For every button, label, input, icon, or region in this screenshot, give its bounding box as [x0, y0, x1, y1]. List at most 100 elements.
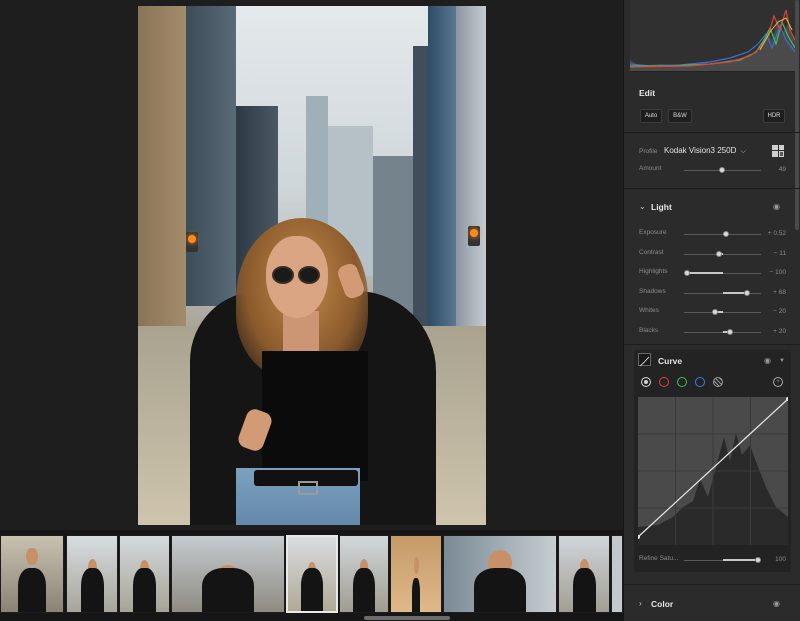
light-slider-value: − 100: [769, 269, 786, 277]
tone-curve-graph[interactable]: [636, 397, 790, 545]
channel-point[interactable]: [641, 377, 651, 387]
building: [186, 6, 236, 306]
main-photo[interactable]: [138, 6, 486, 525]
filmstrip-thumbnail[interactable]: [339, 535, 389, 613]
thumb-figure: [80, 567, 104, 612]
chevron-down-icon: ⌵: [740, 148, 746, 155]
auto-button[interactable]: Auto: [640, 109, 662, 123]
profile-label: Profile: [639, 148, 658, 155]
edit-panel: Edit Auto B&W HDR Profile Kodak Vision3 …: [623, 0, 800, 621]
building: [456, 6, 486, 336]
light-title: Light: [651, 202, 672, 212]
thumb-figure: [474, 567, 526, 612]
bw-button[interactable]: B&W: [668, 109, 692, 123]
slider-knob[interactable]: [755, 557, 761, 563]
divider: [624, 132, 800, 133]
light-slider-contrast[interactable]: [684, 250, 761, 258]
curve-title: Curve: [658, 356, 683, 366]
light-slider-value: − 11: [773, 249, 786, 257]
belt-buckle: [298, 481, 318, 495]
light-slider-value: + 20: [773, 328, 786, 335]
light-slider-label: Whites: [639, 307, 659, 315]
traffic-light: [186, 232, 198, 252]
light-slider-value: − 20: [773, 308, 786, 316]
color-eye-icon[interactable]: ◉: [773, 600, 780, 608]
profile-name: Kodak Vision3 250D: [664, 146, 737, 155]
channel-green[interactable]: [677, 377, 687, 387]
divider: [624, 344, 800, 345]
thumb-figure: [412, 577, 420, 612]
thumb-figure: [202, 567, 254, 612]
slider-knob[interactable]: [719, 167, 725, 173]
filmstrip-thumbnail[interactable]: [558, 535, 610, 613]
curve-menu-icon[interactable]: ▼: [779, 357, 785, 365]
panel-scrollbar[interactable]: [795, 0, 799, 230]
slider-knob[interactable]: [716, 250, 722, 257]
slider-fill: [722, 559, 758, 561]
filmstrip-thumbnail[interactable]: [171, 535, 285, 613]
building: [138, 6, 186, 336]
hdr-button[interactable]: HDR: [763, 109, 785, 123]
refine-saturation-label: Refine Satu...: [639, 555, 679, 562]
light-slider-label: Exposure: [639, 229, 667, 236]
filmstrip-thumbnail[interactable]: [0, 535, 64, 613]
filmstrip-thumbnail[interactable]: [390, 535, 442, 613]
slider-knob[interactable]: [723, 231, 729, 237]
channel-parametric-icon[interactable]: [713, 377, 723, 387]
edit-title: Edit: [639, 88, 656, 98]
thumb-figure: [300, 568, 324, 611]
slider-knob[interactable]: [684, 270, 690, 277]
preset-browser-icon[interactable]: [772, 145, 784, 157]
eye-icon[interactable]: ◉: [773, 203, 780, 211]
filmstrip-thumbnail[interactable]: [119, 535, 170, 613]
histogram-graph: [630, 9, 795, 71]
channel-blue[interactable]: [695, 377, 705, 387]
light-slider-label: Contrast: [639, 248, 664, 256]
building: [428, 6, 458, 326]
light-chevron-icon[interactable]: ⌄: [639, 203, 646, 211]
image-canvas[interactable]: [0, 0, 623, 530]
subject-neck: [283, 311, 319, 356]
slider-knob[interactable]: [744, 289, 750, 296]
filmstrip-thumbnail-selected[interactable]: [286, 535, 338, 613]
thumb-head: [26, 548, 38, 565]
amount-label: Amount: [639, 165, 662, 172]
color-title: Color: [651, 599, 674, 609]
histogram: [630, 0, 795, 72]
light-slider-value: + 0.52: [767, 230, 786, 237]
light-slider-label: Shadows: [639, 287, 666, 295]
refine-saturation-slider[interactable]: [684, 556, 761, 564]
curve-thumbnail-icon[interactable]: [638, 353, 651, 367]
light-slider-highlights[interactable]: [684, 269, 761, 277]
divider: [624, 188, 800, 189]
divider: [624, 584, 800, 585]
amount-value: 49: [778, 166, 786, 173]
slider-knob[interactable]: [727, 329, 733, 335]
channel-red[interactable]: [659, 377, 669, 387]
profile-select[interactable]: Kodak Vision3 250D ⌵: [664, 146, 746, 156]
amount-slider[interactable]: [684, 166, 761, 174]
light-slider-shadows[interactable]: [684, 289, 761, 297]
filmstrip-thumbnail[interactable]: [611, 535, 623, 613]
thumb-figure: [352, 567, 376, 612]
slider-knob[interactable]: [712, 309, 718, 316]
light-slider-whites[interactable]: [684, 308, 761, 316]
sunglasses-lens: [298, 266, 320, 284]
sunglasses-lens: [272, 266, 294, 284]
curve-eye-icon[interactable]: ◉: [764, 357, 771, 365]
light-slider-exposure[interactable]: [684, 230, 761, 238]
light-slider-label: Blacks: [639, 327, 659, 334]
thumb-figure: [133, 567, 156, 612]
light-slider-blacks[interactable]: [684, 328, 761, 336]
target-adjustment-icon[interactable]: +: [773, 377, 783, 387]
traffic-light: [468, 226, 480, 246]
filmstrip[interactable]: [0, 530, 623, 621]
refine-saturation-value: 100: [775, 556, 786, 563]
filmstrip-thumbnail[interactable]: [66, 535, 118, 613]
thumb-figure: [572, 567, 596, 612]
tone-curve-svg[interactable]: [636, 397, 790, 545]
filmstrip-scrollbar[interactable]: [364, 616, 450, 620]
thumb-figure: [17, 567, 47, 612]
color-chevron-icon[interactable]: ›: [639, 600, 642, 608]
filmstrip-thumbnail[interactable]: [443, 535, 557, 613]
